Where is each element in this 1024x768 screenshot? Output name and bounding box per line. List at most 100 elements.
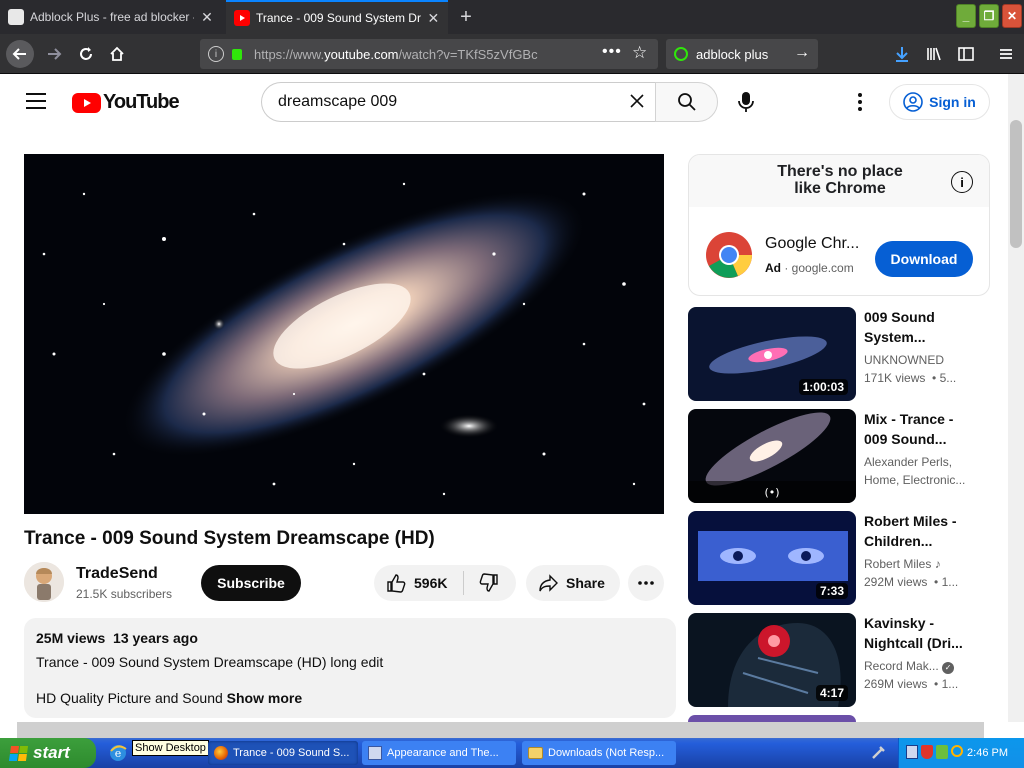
rec-title: Kavinsky - Nightcall (Dri... — [864, 613, 984, 653]
internet-explorer-icon[interactable]: e — [108, 743, 128, 763]
show-more-link[interactable]: Show more — [227, 690, 302, 706]
svg-text:(•): (•) — [764, 486, 779, 499]
voice-search-button[interactable] — [730, 86, 762, 118]
rec-title: Robert Miles - Children... — [864, 511, 984, 551]
share-button[interactable]: Share — [526, 565, 620, 601]
home-button[interactable] — [103, 40, 131, 68]
network-icon[interactable] — [906, 745, 918, 759]
ad-meta: Ad · google.com — [765, 261, 854, 275]
tab-youtube[interactable]: Trance - 009 Sound System Dreamsc ✕ — [226, 0, 448, 34]
rec-view-count: 292M views — [864, 575, 928, 589]
dislike-button[interactable] — [464, 573, 514, 593]
usb-device-icon[interactable] — [870, 745, 886, 761]
rec-thumbnail-partial[interactable] — [688, 715, 856, 722]
taskbar-item-label: Appearance and The... — [387, 747, 499, 759]
downloads-icon[interactable] — [888, 40, 916, 68]
subscribe-button[interactable]: Subscribe — [201, 565, 301, 601]
video-player[interactable] — [24, 154, 664, 514]
info-icon[interactable]: i — [208, 46, 224, 62]
youtube-favicon-icon — [234, 10, 250, 26]
taskbar-item-appearance[interactable]: Appearance and The... — [362, 741, 516, 765]
recommendation-item[interactable]: 1:00:03 009 Sound System... UNKNOWNED 171… — [688, 307, 990, 401]
rec-thumbnail[interactable]: 4:17 — [688, 613, 856, 707]
clock[interactable]: 2:46 PM — [967, 747, 1008, 759]
rec-age: • 1... — [934, 575, 959, 589]
verified-check-icon: ✓ — [942, 662, 955, 674]
tab-adblock[interactable]: Adblock Plus - free ad blocker - Ch ✕ — [0, 0, 222, 34]
close-tab-icon[interactable]: ✕ — [427, 10, 440, 27]
bookmark-star-icon[interactable]: ☆ — [632, 43, 647, 63]
youtube-logo[interactable]: YouTube — [72, 91, 180, 114]
rec-duration: 4:17 — [815, 685, 848, 701]
back-button[interactable] — [6, 40, 34, 68]
galaxy-thumb-icon: (•) — [688, 409, 856, 503]
rec-channel-name: Robert Miles — [864, 557, 932, 571]
recommendation-item[interactable]: 4:17 Kavinsky - Nightcall (Dri... Record … — [688, 613, 990, 707]
rec-thumbnail[interactable]: (•) — [688, 409, 856, 503]
chrome-ad-card[interactable]: There's no place like Chrome i Google Ch… — [688, 154, 990, 296]
rec-views: Home, Electronic... — [864, 473, 966, 487]
menu-icon[interactable] — [992, 40, 1020, 68]
account-icon — [903, 92, 923, 112]
ad-download-button[interactable]: Download — [875, 241, 973, 277]
recommendation-item[interactable]: 7:33 Robert Miles - Children... Robert Mi… — [688, 511, 990, 605]
close-tab-icon[interactable]: ✕ — [200, 9, 214, 26]
show-desktop-tooltip: Show Desktop — [132, 740, 209, 756]
page-actions-icon[interactable]: ••• — [602, 43, 622, 61]
library-icon[interactable] — [920, 40, 948, 68]
like-dislike-group: 596K — [374, 565, 516, 601]
rec-title-line: Children... — [864, 533, 933, 549]
more-actions-button[interactable] — [628, 565, 664, 601]
url-bar[interactable]: i https://www. youtube.com/watch?v=TKfS5z… — [200, 39, 658, 69]
description-box[interactable]: 25M views 13 years ago Trance - 009 Soun… — [24, 618, 676, 718]
volume-icon[interactable] — [936, 745, 948, 759]
like-button[interactable]: 596K — [374, 571, 464, 595]
close-window-button[interactable]: ✕ — [1002, 4, 1022, 28]
forward-button[interactable] — [40, 40, 68, 68]
security-shield-icon[interactable] — [921, 745, 933, 759]
tab-title: Trance - 009 Sound System Dreamsc — [256, 11, 421, 25]
url-host: youtube.com — [324, 46, 399, 62]
guide-menu-icon[interactable] — [26, 92, 46, 115]
description-line: Trance - 009 Sound System Dreamscape (HD… — [36, 654, 384, 670]
description-text: HD Quality Picture and Sound — [36, 690, 223, 706]
start-button[interactable]: start — [0, 738, 96, 768]
taskbar-item-firefox[interactable]: Trance - 009 Sound S... — [208, 741, 358, 765]
recommendation-item[interactable]: (•) Mix - Trance - 009 Sound... Alexander… — [688, 409, 990, 503]
channel-name[interactable]: TradeSend — [76, 565, 158, 583]
taskbar-item-downloads[interactable]: Downloads (Not Resp... — [522, 741, 676, 765]
rec-title-line: 009 Sound... — [864, 431, 947, 447]
search-tray-icon[interactable] — [951, 745, 963, 757]
youtube-search-button[interactable] — [655, 82, 718, 122]
youtube-search-input[interactable]: dreamscape 009 — [261, 82, 655, 122]
firefox-icon — [214, 746, 228, 760]
settings-more-icon[interactable] — [858, 92, 862, 117]
search-icon — [677, 93, 696, 111]
new-tab-button[interactable]: + — [452, 0, 480, 34]
channel-avatar[interactable] — [24, 562, 64, 602]
search-engine-icon[interactable] — [674, 47, 688, 61]
sign-in-button[interactable]: Sign in — [889, 84, 990, 120]
svg-text:e: e — [115, 747, 122, 760]
ad-info-icon[interactable]: i — [951, 171, 973, 193]
vertical-scroll-thumb[interactable] — [1010, 120, 1022, 248]
rec-title-line: 009 Sound — [864, 309, 935, 325]
rec-thumbnail[interactable]: 7:33 — [688, 511, 856, 605]
minimize-window-button[interactable]: _ — [956, 4, 976, 28]
browser-nav-bar: i https://www. youtube.com/watch?v=TKfS5z… — [0, 34, 1024, 74]
rec-title-line: System... — [864, 329, 926, 345]
thumbs-down-icon — [479, 573, 498, 592]
reload-button[interactable] — [72, 40, 100, 68]
youtube-logo-text: YouTube — [103, 91, 180, 113]
browser-search-bar[interactable]: adblock plus → — [666, 39, 818, 69]
search-go-icon[interactable]: → — [794, 44, 810, 62]
ad-label: Ad — [765, 261, 781, 275]
upload-age: 13 years ago — [113, 630, 198, 646]
horizontal-scrollbar[interactable] — [17, 722, 984, 738]
restore-window-button[interactable]: ❐ — [979, 4, 999, 28]
rec-thumbnail[interactable]: 1:00:03 — [688, 307, 856, 401]
rec-channel: Robert Miles ♪ — [864, 555, 984, 573]
clear-search-icon[interactable] — [627, 91, 647, 116]
sidebar-icon[interactable] — [952, 40, 980, 68]
lock-icon — [232, 48, 242, 60]
